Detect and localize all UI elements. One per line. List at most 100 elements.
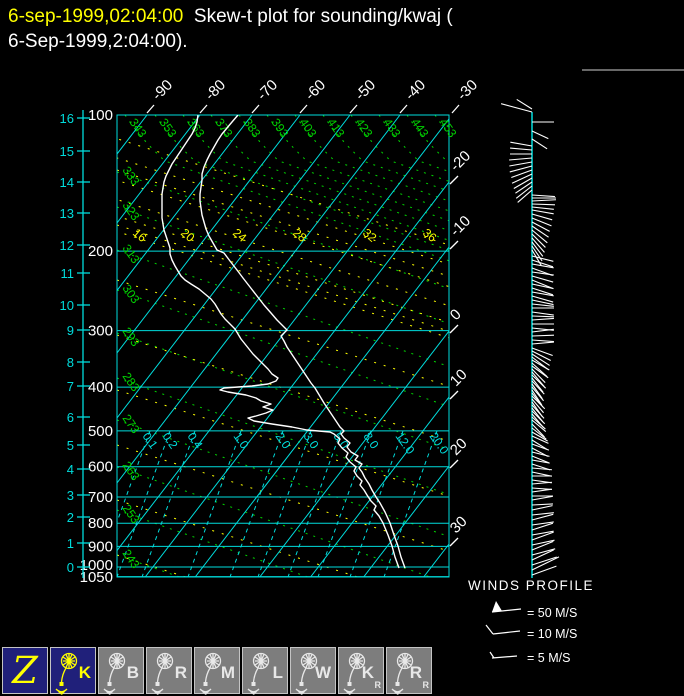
svg-text:9: 9: [67, 323, 74, 338]
svg-text:373: 373: [213, 116, 236, 141]
legend-item-5: = 5 M/S: [527, 651, 570, 665]
svg-text:1050: 1050: [80, 569, 113, 586]
mixing-ratio-labels: 0.10.20.41.02.03.05.08.012.020.0: [140, 430, 452, 457]
moist-adiabat-lines: [0, 115, 684, 696]
svg-text:500: 500: [88, 423, 113, 440]
svg-text:7: 7: [67, 379, 74, 394]
toolbar-button-k[interactable]: K: [50, 647, 96, 694]
svg-text:-30: -30: [454, 76, 481, 103]
button-letter-subscript: R: [375, 680, 382, 690]
svg-text:3: 3: [67, 488, 74, 503]
wind-legend: WINDS PROFILE = 50 M/S = 10 M/S = 5 M/S: [468, 578, 594, 665]
temperature-trace: [200, 115, 405, 568]
svg-text:8.0: 8.0: [361, 430, 382, 452]
svg-text:413: 413: [325, 116, 348, 141]
button-letter: B: [127, 663, 139, 683]
svg-text:423: 423: [353, 116, 376, 141]
svg-text:353: 353: [157, 116, 180, 141]
svg-text:20.0: 20.0: [427, 430, 452, 457]
svg-text:0.1: 0.1: [140, 430, 161, 452]
svg-text:15: 15: [60, 144, 74, 159]
toolbar-button-w[interactable]: W: [290, 647, 336, 694]
legend-item-50: = 50 M/S: [527, 606, 577, 620]
svg-text:383: 383: [241, 116, 264, 141]
svg-text:-20: -20: [447, 147, 474, 174]
toolbar-button-r[interactable]: R: [146, 647, 192, 694]
wind-legend-title: WINDS PROFILE: [468, 578, 594, 593]
svg-text:10: 10: [60, 298, 74, 313]
button-letter: R: [410, 663, 422, 683]
svg-text:303: 303: [120, 282, 143, 307]
svg-text:263: 263: [120, 459, 143, 484]
svg-text:200: 200: [88, 243, 113, 260]
toolbar-button-z-logo[interactable]: Z: [2, 647, 48, 694]
svg-text:3.0: 3.0: [301, 430, 322, 452]
svg-text:-90: -90: [149, 76, 176, 103]
toolbar-button-rr[interactable]: RR: [386, 647, 432, 694]
svg-text:11: 11: [61, 266, 75, 281]
mixing-ratio-lines: [97, 431, 437, 577]
svg-text:433: 433: [381, 116, 404, 141]
legend-item-10: = 10 M/S: [527, 627, 577, 641]
svg-text:6: 6: [67, 410, 74, 425]
svg-text:600: 600: [88, 459, 113, 476]
svg-text:16: 16: [130, 226, 149, 246]
svg-text:443: 443: [409, 116, 432, 141]
svg-text:16: 16: [60, 111, 74, 126]
svg-text:300: 300: [88, 323, 113, 340]
svg-text:393: 393: [269, 116, 292, 141]
button-letter: R: [175, 663, 187, 683]
button-letter: L: [273, 663, 283, 683]
svg-text:12: 12: [60, 238, 74, 253]
svg-text:323: 323: [120, 199, 143, 224]
svg-text:13: 13: [60, 206, 74, 221]
z-logo: Z: [3, 648, 47, 693]
app-window: 6-sep-1999,02:04:00 Skew-t plot for soun…: [0, 0, 684, 696]
pressure-axis-labels: 10020030040050060070080090010001050: [80, 107, 113, 586]
svg-text:0.2: 0.2: [160, 430, 181, 452]
svg-text:400: 400: [88, 379, 113, 396]
button-letter-subscript: R: [423, 680, 430, 690]
svg-text:36: 36: [420, 226, 439, 246]
svg-text:-80: -80: [202, 76, 229, 103]
toolbar-button-b[interactable]: B: [98, 647, 144, 694]
svg-text:-50: -50: [352, 76, 379, 103]
svg-text:4: 4: [67, 462, 74, 477]
svg-text:363: 363: [185, 116, 208, 141]
dry-adiabat-labels: 3433533633733833934034134234334434533333…: [120, 116, 460, 572]
svg-text:5: 5: [67, 438, 74, 453]
flag-50ms-icon: [492, 601, 502, 612]
moist-adiabat-labels: 16 20 24 28 32 36: [130, 226, 439, 246]
svg-text:20: 20: [178, 226, 197, 246]
svg-text:-70: -70: [254, 76, 281, 103]
svg-text:28: 28: [290, 226, 309, 246]
toolbar-button-l[interactable]: L: [242, 647, 288, 694]
toolbar-button-m[interactable]: M: [194, 647, 240, 694]
svg-text:333: 333: [120, 164, 143, 189]
svg-text:-60: -60: [302, 76, 329, 103]
svg-text:24: 24: [230, 226, 249, 246]
svg-text:-40: -40: [402, 76, 429, 103]
isotherm-top-labels: -90 -80 -70 -60 -50 -40 -30: [147, 76, 481, 113]
svg-text:8: 8: [67, 355, 74, 370]
toolbar-button-kr[interactable]: KR: [338, 647, 384, 694]
balloon-sonde-icon: [245, 651, 275, 695]
svg-text:273: 273: [120, 412, 143, 437]
svg-text:900: 900: [88, 538, 113, 555]
svg-text:253: 253: [120, 502, 143, 527]
svg-text:30: 30: [447, 513, 471, 537]
button-letter: M: [221, 663, 235, 683]
svg-text:2.0: 2.0: [273, 430, 294, 452]
svg-text:32: 32: [360, 226, 379, 246]
svg-text:700: 700: [88, 489, 113, 506]
svg-text:1.0: 1.0: [231, 430, 252, 452]
svg-text:283: 283: [120, 370, 143, 395]
dry-adiabat-lines: [117, 115, 684, 696]
svg-text:10: 10: [447, 366, 471, 390]
wind-profile: [501, 99, 559, 578]
svg-text:243: 243: [120, 547, 143, 572]
svg-text:0.4: 0.4: [185, 430, 206, 452]
dewpoint-trace: [162, 115, 399, 568]
toolbar: ZKBRMLWKRRR: [2, 647, 432, 694]
svg-text:14: 14: [60, 175, 74, 190]
